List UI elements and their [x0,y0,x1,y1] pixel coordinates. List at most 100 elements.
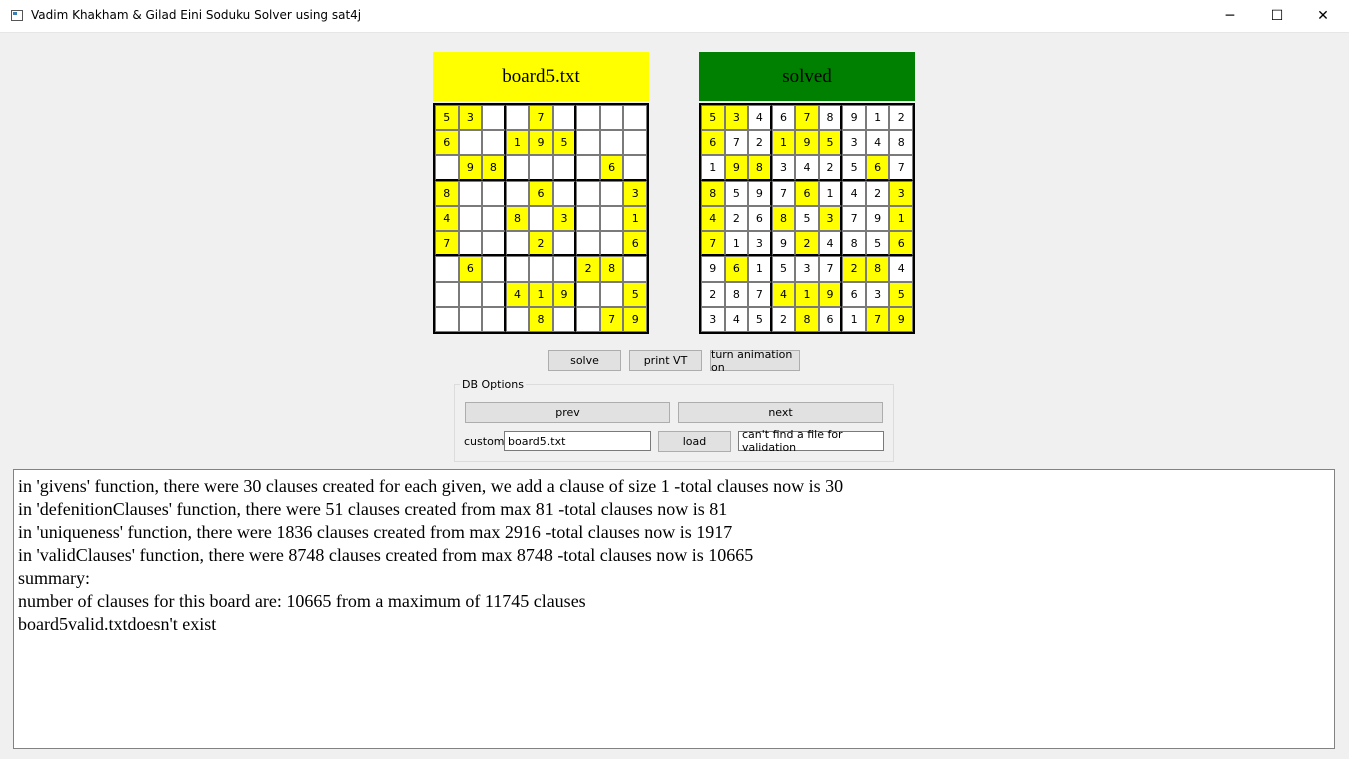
sudoku-cell: 8 [889,130,913,156]
print-vt-button[interactable]: print VT [629,350,702,371]
sudoku-cell: 6 [771,105,796,131]
sudoku-cell: 8 [435,180,459,206]
sudoku-cell: 7 [842,205,866,232]
sudoku-cell: 6 [748,205,772,232]
sudoku-cell: 3 [795,256,819,282]
sudoku-cell [505,105,530,131]
sudoku-cell: 5 [818,130,843,156]
sudoku-cell: 2 [724,205,749,232]
sudoku-cell [576,306,600,332]
sudoku-cell: 4 [889,256,913,282]
sudoku-cell: 1 [889,205,913,232]
sudoku-cell: 5 [623,281,647,307]
close-button[interactable]: ✕ [1300,0,1346,32]
solved-board-header: solved [699,52,915,101]
sudoku-cell [458,231,483,257]
sudoku-cell [482,231,506,257]
sudoku-cell [576,130,600,156]
sudoku-cell: 6 [458,256,483,282]
sudoku-cell: 8 [529,306,553,332]
log-line: in 'defenitionClauses' function, there w… [18,499,728,519]
next-button[interactable]: next [678,402,883,423]
sudoku-cell [458,205,483,232]
output-log[interactable]: in 'givens' function, there were 30 clau… [13,469,1335,749]
sudoku-cell: 7 [889,155,913,181]
sudoku-cell: 3 [623,180,647,206]
sudoku-cell [623,256,647,282]
sudoku-cell: 9 [701,256,725,282]
sudoku-cell: 6 [701,130,725,156]
sudoku-cell: 1 [795,281,819,307]
window-title: Vadim Khakham & Gilad Eini Soduku Solver… [31,8,362,22]
sudoku-cell [599,105,624,131]
sudoku-cell [482,256,506,282]
sudoku-cell: 2 [865,180,890,206]
sudoku-cell [599,231,624,257]
sudoku-cell [435,306,459,332]
sudoku-cell: 2 [795,231,819,257]
sudoku-cell: 6 [724,256,749,282]
sudoku-cell: 6 [865,155,890,181]
sudoku-cell [576,105,600,131]
sudoku-cell [552,180,577,206]
sudoku-cell: 7 [795,105,819,131]
sudoku-cell: 2 [576,256,600,282]
sudoku-cell: 9 [795,130,819,156]
sudoku-cell: 8 [842,231,866,257]
sudoku-cell: 1 [505,130,530,156]
sudoku-cell: 3 [748,231,772,257]
prev-button[interactable]: prev [465,402,670,423]
minimize-icon: ─ [1225,8,1235,24]
load-button[interactable]: load [658,431,731,452]
sudoku-cell: 5 [748,306,772,332]
sudoku-cell: 8 [701,180,725,206]
sudoku-cell: 2 [771,306,796,332]
sudoku-cell: 9 [818,281,843,307]
sudoku-cell [552,256,577,282]
sudoku-cell: 7 [599,306,624,332]
sudoku-cell: 7 [724,130,749,156]
sudoku-cell: 2 [889,105,913,131]
sudoku-cell: 4 [865,130,890,156]
sudoku-cell: 7 [818,256,843,282]
sudoku-cell [623,105,647,131]
sudoku-cell: 8 [818,105,843,131]
sudoku-cell: 9 [748,180,772,206]
sudoku-cell: 8 [505,205,530,232]
sudoku-cell [599,130,624,156]
sudoku-cell: 1 [529,281,553,307]
sudoku-cell: 3 [865,281,890,307]
sudoku-cell: 5 [795,205,819,232]
log-line: number of clauses for this board are: 10… [18,591,586,611]
sudoku-cell: 4 [818,231,843,257]
sudoku-cell: 1 [842,306,866,332]
sudoku-cell: 1 [818,180,843,206]
close-icon: ✕ [1317,8,1329,24]
sudoku-cell: 3 [458,105,483,131]
sudoku-cell: 2 [818,155,843,181]
animation-toggle-button[interactable]: turn animation on [710,348,800,374]
sudoku-cell: 3 [818,205,843,232]
sudoku-cell: 5 [724,180,749,206]
custom-file-input[interactable]: board5.txt [504,431,651,451]
solve-button[interactable]: solve [548,350,621,371]
sudoku-cell: 4 [701,205,725,232]
sudoku-cell: 6 [818,306,843,332]
sudoku-cell [482,306,506,332]
sudoku-cell [458,306,483,332]
sudoku-cell: 6 [529,180,553,206]
sudoku-cell: 9 [771,231,796,257]
sudoku-cell: 5 [771,256,796,282]
sudoku-cell: 8 [599,256,624,282]
sudoku-cell [505,180,530,206]
sudoku-cell: 4 [505,281,530,307]
minimize-button[interactable]: ─ [1207,0,1253,32]
maximize-button[interactable]: ☐ [1254,0,1300,32]
sudoku-cell: 3 [701,306,725,332]
sudoku-cell: 2 [701,281,725,307]
log-line: in 'givens' function, there were 30 clau… [18,476,844,496]
sudoku-cell: 1 [701,155,725,181]
sudoku-cell: 3 [771,155,796,181]
sudoku-cell: 7 [771,180,796,206]
sudoku-cell: 2 [748,130,772,156]
